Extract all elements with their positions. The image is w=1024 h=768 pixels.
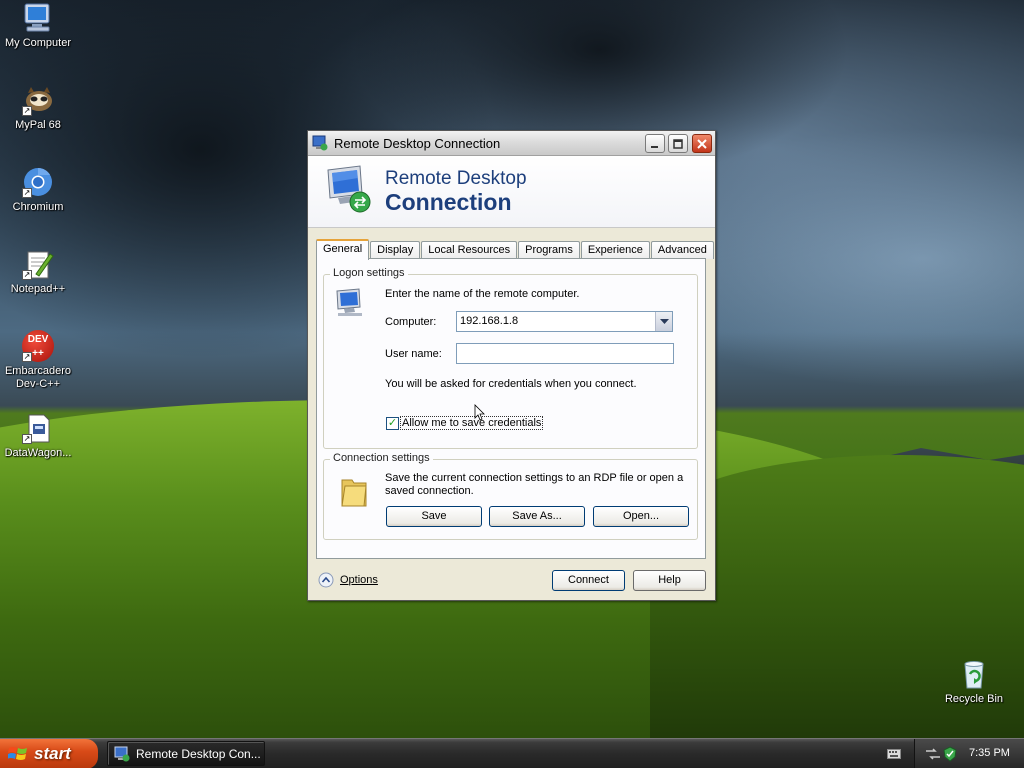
tab-programs[interactable]: Programs	[518, 241, 580, 259]
desktop-icon-label: DataWagon...	[4, 447, 72, 459]
remote-desktop-window: Remote Desktop Connection Remote Desktop…	[307, 130, 716, 601]
computer-dropdown-button[interactable]	[655, 312, 672, 331]
maximize-button[interactable]	[668, 134, 688, 153]
shortcut-arrow-icon: ↗	[22, 352, 32, 362]
keyboard-icon[interactable]	[887, 748, 901, 760]
desktop-icon-recycle-bin[interactable]: Recycle Bin	[936, 658, 1012, 706]
connection-description: Save the current connection settings to …	[385, 472, 684, 497]
open-button[interactable]: Open...	[593, 506, 689, 527]
tab-strip: General Display Local Resources Programs…	[316, 239, 715, 260]
mouse-cursor-icon	[474, 404, 485, 421]
logon-settings-group: Logon settings Enter the name of the rem…	[323, 267, 698, 449]
folder-icon	[341, 479, 367, 507]
desktop-icon-label: My Computer	[4, 37, 72, 49]
network-icon[interactable]	[925, 747, 941, 761]
desktop-icon-devcpp[interactable]: DEV ++ ↗ Embarcadero Dev-C++	[0, 330, 76, 391]
general-tab-panel: Logon settings Enter the name of the rem…	[316, 258, 706, 559]
desktop-icon-label: MyPal 68	[15, 119, 61, 131]
chevron-up-circle-icon	[318, 572, 334, 588]
connection-settings-label: Connection settings	[330, 452, 433, 464]
system-tray: 7:35 PM	[914, 739, 1024, 768]
computer-value: 192.168.1.8	[460, 315, 519, 327]
connection-settings-group: Connection settings Save the current con…	[323, 452, 698, 540]
devcpp-badge-text: DEV	[27, 334, 49, 345]
desktop-icon-label: Embarcadero Dev-C++	[4, 365, 72, 390]
logon-instruction: Enter the name of the remote computer.	[385, 288, 580, 300]
tab-local-resources[interactable]: Local Resources	[421, 241, 518, 259]
desktop-icon-label: Notepad++	[10, 283, 66, 295]
maximize-icon	[673, 138, 683, 149]
start-button[interactable]: start	[0, 739, 98, 768]
desktop-icon-label: Chromium	[12, 201, 64, 213]
credentials-note: You will be asked for credentials when y…	[385, 378, 637, 390]
tab-general[interactable]: General	[316, 239, 370, 260]
logon-settings-label: Logon settings	[330, 267, 408, 279]
connect-button[interactable]: Connect	[552, 570, 625, 591]
allow-save-credentials-checkbox[interactable]: ✓	[386, 417, 399, 430]
close-button[interactable]	[692, 134, 712, 153]
desktop-icon-label: Recycle Bin	[944, 693, 1004, 705]
desktop-icon-notepadpp[interactable]: ↗ Notepad++	[0, 248, 76, 296]
rdp-app-icon	[114, 746, 130, 761]
options-label: Options	[340, 574, 378, 586]
window-title: Remote Desktop Connection	[334, 135, 501, 151]
windows-logo-icon	[8, 747, 27, 760]
options-toggle[interactable]: Options	[318, 572, 378, 588]
banner-title-line1: Remote Desktop	[385, 168, 527, 189]
shortcut-arrow-icon: ↗	[22, 106, 32, 116]
username-field[interactable]	[456, 343, 674, 364]
shortcut-arrow-icon: ↗	[22, 434, 32, 444]
help-button[interactable]: Help	[633, 570, 706, 591]
save-button[interactable]: Save	[386, 506, 482, 527]
computer-combobox[interactable]: 192.168.1.8	[456, 311, 673, 332]
username-label: User name:	[385, 348, 442, 360]
taskbar: start Remote Desktop Con... 7:35 PM	[0, 738, 1024, 768]
close-icon	[697, 138, 707, 149]
shortcut-arrow-icon: ↗	[22, 270, 32, 280]
shortcut-arrow-icon: ↗	[22, 188, 32, 198]
rdp-banner: Remote Desktop Connection	[308, 156, 715, 228]
tab-display[interactable]: Display	[370, 241, 421, 259]
allow-save-credentials-label[interactable]: Allow me to save credentials	[400, 416, 544, 430]
rdp-app-icon	[312, 135, 328, 151]
chevron-down-icon	[659, 318, 669, 324]
start-label: start	[34, 744, 71, 763]
security-shield-icon[interactable]	[943, 746, 957, 762]
desktop-icon-chromium[interactable]: ↗ Chromium	[0, 166, 76, 214]
tab-advanced[interactable]: Advanced	[650, 241, 714, 259]
taskbar-item-label: Remote Desktop Con...	[136, 746, 261, 761]
computer-label: Computer:	[385, 316, 437, 328]
tab-experience[interactable]: Experience	[580, 241, 650, 259]
minimize-icon	[651, 145, 658, 148]
computer-icon	[336, 288, 362, 316]
desktop-icon-datawagon[interactable]: ↗ DataWagon...	[0, 412, 76, 460]
banner-title-line2: Connection	[385, 189, 512, 215]
desktop-icon-my-computer[interactable]: My Computer	[0, 2, 76, 50]
window-titlebar[interactable]: Remote Desktop Connection	[308, 131, 715, 156]
desktop-icon-mypal[interactable]: ↗ MyPal 68	[0, 84, 76, 132]
save-as-button[interactable]: Save As...	[489, 506, 585, 527]
rdp-monitor-icon	[327, 165, 371, 213]
computer-icon	[24, 3, 50, 32]
minimize-button[interactable]	[645, 134, 665, 153]
clock[interactable]: 7:35 PM	[969, 747, 1010, 759]
recycle-bin-icon	[964, 661, 984, 689]
taskbar-item-remote-desktop[interactable]: Remote Desktop Con...	[107, 741, 265, 766]
